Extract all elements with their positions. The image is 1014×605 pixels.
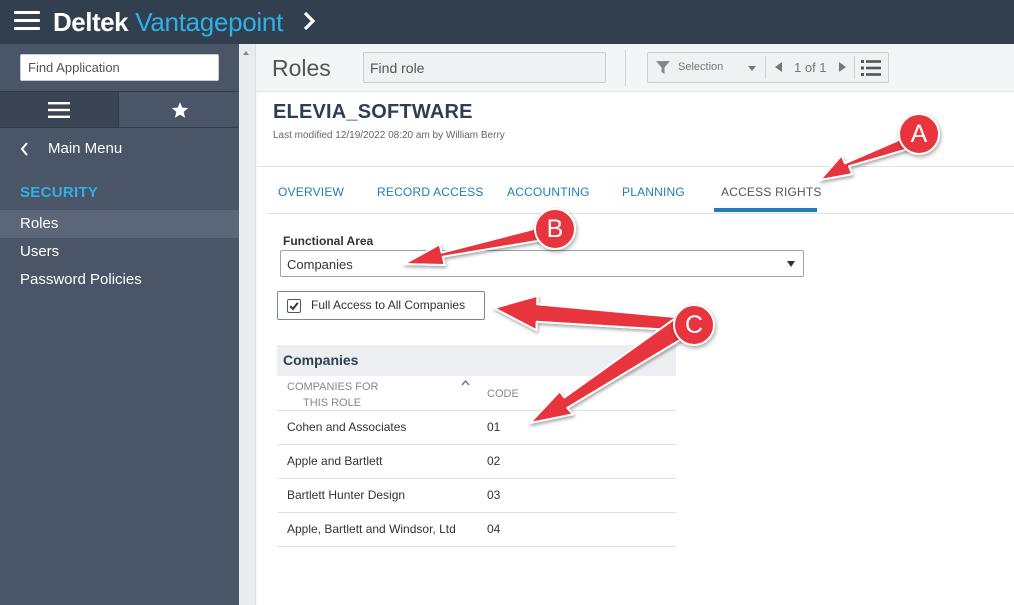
functional-area-value: Companies [287,257,353,272]
app-header: Deltek Vantagepoint [0,0,1014,44]
filter-icon[interactable] [656,61,670,75]
roles-toolbar: Roles Selection 1 of 1 [256,44,1014,92]
chevron-right-icon[interactable] [302,11,316,31]
hamburger-menu-icon[interactable] [14,11,40,31]
record-modified: Last modified 12/19/2022 08:20 am by Wil… [273,130,505,141]
tab-accounting[interactable]: ACCOUNTING [507,185,590,199]
company-name: Apple, Bartlett and Windsor, Ltd [287,522,456,536]
checkmark-icon [289,302,299,311]
callout-badge-b: B [534,208,576,250]
section-heading: SECURITY [20,184,99,201]
sidebar-tabs [0,91,239,128]
brand-primary: Deltek [53,7,129,37]
tab-menu[interactable] [0,92,119,127]
sidebar-item-users[interactable]: Users [0,238,239,266]
tab-overview[interactable]: OVERVIEW [278,185,344,199]
sidebar: Main Menu SECURITY Roles Users Password … [0,44,239,605]
panel-splitter[interactable] [239,44,256,605]
companies-grid: Companies COMPANIES FOR THIS ROLE CODE C… [277,345,676,547]
pager-text: 1 of 1 [794,60,827,75]
column-header-code[interactable]: CODE [487,388,519,400]
grid-header: COMPANIES FOR THIS ROLE CODE [277,376,676,411]
column-header-company[interactable]: COMPANIES FOR THIS ROLE [287,379,378,411]
collapse-caret-icon[interactable] [243,51,249,55]
sidebar-item-password-policies[interactable]: Password Policies [0,266,239,294]
chevron-down-icon [787,261,795,267]
find-application-input[interactable] [20,54,219,81]
full-access-checkbox[interactable] [287,299,301,313]
sort-ascending-icon[interactable] [461,379,470,386]
brand-secondary: Vantagepoint [135,7,283,37]
company-code: 03 [487,488,501,502]
tab-planning[interactable]: PLANNING [622,185,685,199]
functional-area-select[interactable]: Companies [280,250,804,277]
list-view-icon[interactable] [861,59,881,77]
table-row[interactable]: Apple, Bartlett and Windsor, Ltd 04 [277,513,676,547]
selection-navigator: Selection 1 of 1 [647,52,889,83]
callout-badge-a: A [898,113,940,155]
table-row[interactable]: Cohen and Associates 01 [277,411,676,445]
chevron-down-icon[interactable] [748,66,756,71]
table-row[interactable]: Apple and Bartlett 02 [277,445,676,479]
company-name: Bartlett Hunter Design [287,488,406,502]
chevron-left-icon [20,142,28,156]
sidebar-item-roles[interactable]: Roles [0,210,239,238]
find-role-input[interactable] [363,52,606,83]
active-tab-indicator [714,208,817,212]
record-tabs: OVERVIEW RECORD ACCESS ACCOUNTING PLANNI… [267,168,1014,213]
grid-title: Companies [277,345,676,376]
main-menu-label: Main Menu [48,140,123,157]
functional-area-label: Functional Area [283,234,374,248]
full-access-checkbox-container[interactable]: Full Access to All Companies [277,291,485,320]
company-code: 01 [487,420,501,434]
callout-badge-c: C [673,304,715,346]
company-name: Cohen and Associates [287,420,407,434]
brand-logo[interactable]: Deltek Vantagepoint [53,7,283,37]
previous-record-icon[interactable] [775,62,782,72]
selection-separator [765,56,766,79]
tab-record-access[interactable]: RECORD ACCESS [377,185,484,199]
record-title: ELEVIA_SOFTWARE [273,101,473,123]
company-name: Apple and Bartlett [287,454,383,468]
tabs-divider [267,213,1014,214]
tab-access-rights[interactable]: ACCESS RIGHTS [721,185,822,199]
full-access-label: Full Access to All Companies [311,298,466,312]
list-menu-icon [48,101,70,118]
selection-label[interactable]: Selection [678,61,723,73]
record-panel: ELEVIA_SOFTWARE Last modified 12/19/2022… [257,92,1014,605]
column-header-company-line1: COMPANIES FOR [287,381,379,393]
pager-separator [854,56,855,79]
tab-favorites[interactable] [120,92,239,127]
page-title: Roles [272,55,331,81]
next-record-icon[interactable] [839,62,846,72]
company-code: 04 [487,522,501,536]
header-divider [257,166,1014,167]
toolbar-divider [625,50,626,86]
star-icon [171,101,188,118]
company-code: 02 [487,454,501,468]
table-row[interactable]: Bartlett Hunter Design 03 [277,479,676,513]
column-header-company-line2: THIS ROLE [303,397,362,409]
